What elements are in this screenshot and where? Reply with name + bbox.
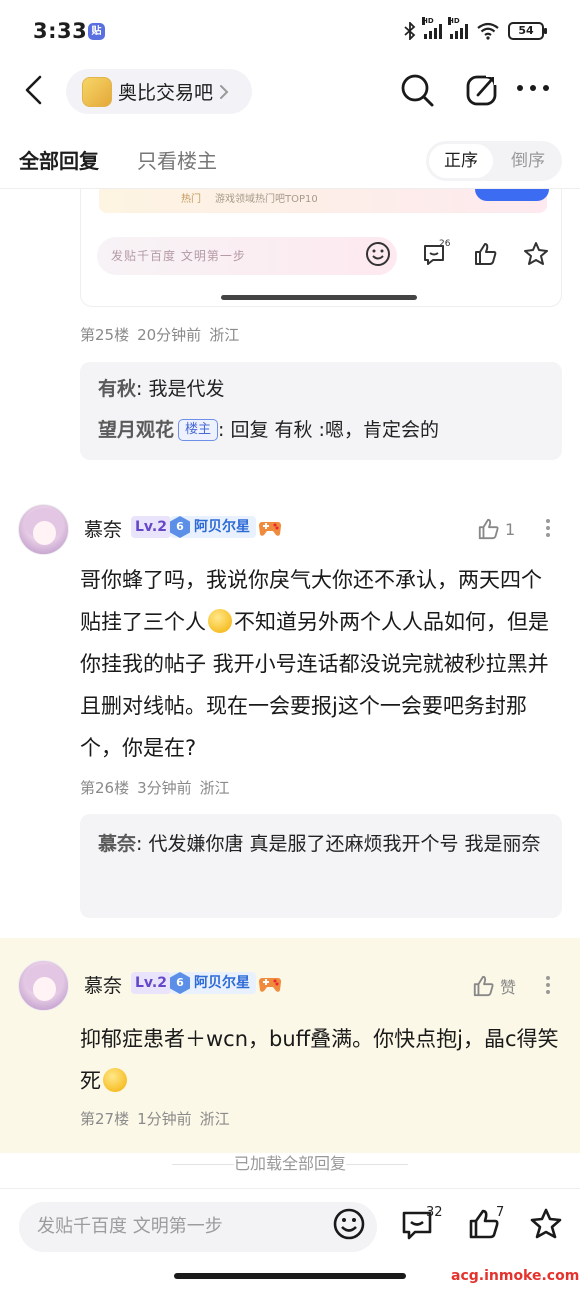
- bluetooth-icon: [404, 22, 416, 40]
- all-loaded-text: 已加载全部回复: [233, 1154, 346, 1173]
- embedded-post-card[interactable]: 热门 游戏领域热门吧TOP10 发贴千百度 文明第一步 26: [80, 189, 562, 307]
- sub-reply-author[interactable]: 望月观花: [98, 419, 174, 441]
- divider-left: [172, 1164, 234, 1165]
- op-tag: 楼主: [178, 419, 219, 441]
- like-icon[interactable]: [473, 241, 499, 267]
- divider-right: [346, 1164, 408, 1165]
- signal-2-icon: HD: [448, 17, 468, 39]
- author-name[interactable]: 慕奈: [84, 515, 122, 542]
- sub-reply-author[interactable]: 有秋: [98, 378, 136, 400]
- status-bar: 3:33 贴 HD HD 54: [0, 0, 580, 62]
- thinking-emoji-icon: [208, 609, 232, 633]
- rank-label: 游戏领域热门吧TOP10: [215, 194, 318, 205]
- like-button[interactable]: 1: [477, 517, 515, 541]
- post-content-text: 抑郁症患者＋wcn，buff叠满。你快点抱j，晶c得笑死: [80, 1027, 559, 1093]
- gamepad-icon: [259, 522, 281, 536]
- tab-all-replies[interactable]: 全部回复: [19, 145, 99, 174]
- post-content: 哥你蜂了吗，我说你戾气大你还不承认，两天四个贴挂了三个人 不知道另外两个人人品如何…: [80, 559, 560, 769]
- sort-desc-button[interactable]: 倒序: [498, 144, 558, 178]
- post-time: 1分钟前: [137, 1110, 192, 1128]
- honor-badge: 6 阿贝尔星: [170, 972, 256, 994]
- forum-avatar: [82, 76, 112, 107]
- tab-only-op[interactable]: 只看楼主: [137, 145, 217, 174]
- post-more-icon[interactable]: [546, 516, 552, 540]
- floor-27-post: 慕奈 Lv.2 6 阿贝尔星 赞 抑郁症患者＋wcn，buff叠满。你快点抱j，晶…: [0, 938, 580, 1153]
- like-icon: [473, 975, 494, 997]
- bottom-reply-bar: 发贴千百度 文明第一步 32 7 acg.inmoke.com: [0, 1188, 580, 1289]
- forum-name: 奥比交易吧: [118, 82, 214, 104]
- post-location: 浙江: [199, 1110, 230, 1128]
- embed-comment-input[interactable]: 发贴千百度 文明第一步: [97, 237, 397, 275]
- floor-26-meta: 第26楼 3分钟前 浙江: [80, 777, 238, 798]
- floor-25-sub-replies[interactable]: 有秋: 我是代发 望月观花 楼主: 回复 有秋 :嗯，肯定会的: [80, 362, 562, 460]
- watermark: acg.inmoke.com: [451, 1268, 580, 1284]
- more-icon[interactable]: [516, 84, 550, 92]
- sub-reply: 望月观花 楼主: 回复 有秋 :嗯，肯定会的: [98, 410, 544, 451]
- level-badge: Lv.2: [131, 516, 171, 538]
- sort-order-toggle: 正序 倒序: [426, 141, 562, 181]
- chevron-right-icon: [220, 84, 229, 99]
- star-icon[interactable]: [523, 241, 549, 267]
- all-loaded-indicator: 已加载全部回复: [0, 1151, 580, 1177]
- hd-label: HD: [448, 17, 460, 25]
- hd-label: HD: [422, 17, 434, 25]
- back-icon[interactable]: [22, 74, 46, 106]
- post-time: 3分钟前: [137, 779, 192, 797]
- like-icon: [478, 518, 499, 540]
- badge-name: 阿贝尔星: [194, 519, 250, 535]
- forum-entry-button[interactable]: 奥比交易吧: [66, 69, 252, 114]
- floor-number: 第26楼: [80, 779, 130, 797]
- status-time: 3:33: [33, 19, 88, 43]
- wifi-icon: [477, 22, 499, 40]
- gamepad-icon: [259, 978, 281, 992]
- badge-name: 阿贝尔星: [194, 975, 250, 991]
- star-icon[interactable]: [529, 1207, 563, 1241]
- user-avatar[interactable]: [18, 504, 69, 555]
- hot-label: 热门: [181, 194, 201, 205]
- post-more-icon[interactable]: [546, 973, 552, 997]
- emoji-icon[interactable]: [332, 1207, 366, 1241]
- share-icon[interactable]: [465, 72, 499, 108]
- search-icon[interactable]: [399, 72, 435, 108]
- embed-scroll-indicator: [221, 295, 417, 300]
- sub-reply-text: 回复 有秋 :嗯，肯定会的: [224, 419, 439, 441]
- floor-26-sub-replies[interactable]: 慕奈: 代发嫌你唐 真是服了还麻烦我开个号 我是丽奈: [80, 814, 562, 918]
- yum-emoji-icon: [103, 1068, 127, 1092]
- home-indicator[interactable]: [174, 1273, 406, 1279]
- sub-reply-author[interactable]: 慕奈: [98, 833, 136, 855]
- post-content: 抑郁症患者＋wcn，buff叠满。你快点抱j，晶c得笑死: [80, 1018, 560, 1102]
- emoji-icon[interactable]: [365, 241, 391, 267]
- author-name[interactable]: 慕奈: [84, 971, 122, 998]
- reply-input[interactable]: 发贴千百度 文明第一步: [19, 1202, 377, 1252]
- floor-26-post: 慕奈 Lv.2 6 阿贝尔星 1 哥你蜂了吗，我说你戾气大你还不承认，两天四个贴挂…: [0, 487, 580, 927]
- floor-25-meta: 第25楼 20分钟前 浙江: [80, 324, 247, 345]
- battery-icon: 54: [508, 22, 547, 40]
- sub-reply-text: 我是代发: [142, 378, 225, 400]
- level-badge: Lv.2: [131, 972, 171, 994]
- signal-1-icon: HD: [422, 17, 442, 39]
- post-time: 20分钟前: [137, 326, 202, 344]
- user-avatar[interactable]: [18, 960, 69, 1011]
- sort-asc-button[interactable]: 正序: [429, 144, 493, 178]
- embed-action-button[interactable]: [475, 189, 549, 201]
- badge-number: 6: [170, 972, 190, 994]
- reply-tabs: 全部回复 只看楼主 正序 倒序: [0, 135, 580, 189]
- floor-number: 第27楼: [80, 1110, 130, 1128]
- top-nav: 奥比交易吧: [0, 64, 580, 120]
- floor-number: 第25楼: [80, 326, 130, 344]
- comment-count: 32: [426, 1205, 443, 1220]
- like-count: 7: [496, 1205, 505, 1220]
- like-count: 1: [505, 519, 516, 539]
- like-label: 赞: [500, 978, 517, 997]
- badge-number: 6: [170, 516, 190, 538]
- embed-comment-count: 26: [439, 239, 451, 249]
- post-location: 浙江: [199, 779, 230, 797]
- floor-27-meta: 第27楼 1分钟前 浙江: [80, 1108, 238, 1129]
- sub-reply: 有秋: 我是代发: [98, 369, 544, 410]
- tieba-notification-icon: 贴: [88, 23, 105, 40]
- sub-reply-text: 代发嫌你唐 真是服了还麻烦我开个号 我是丽奈: [142, 833, 541, 855]
- honor-badge: 6 阿贝尔星: [170, 516, 256, 538]
- like-button[interactable]: 赞: [472, 974, 516, 998]
- post-location: 浙江: [209, 326, 240, 344]
